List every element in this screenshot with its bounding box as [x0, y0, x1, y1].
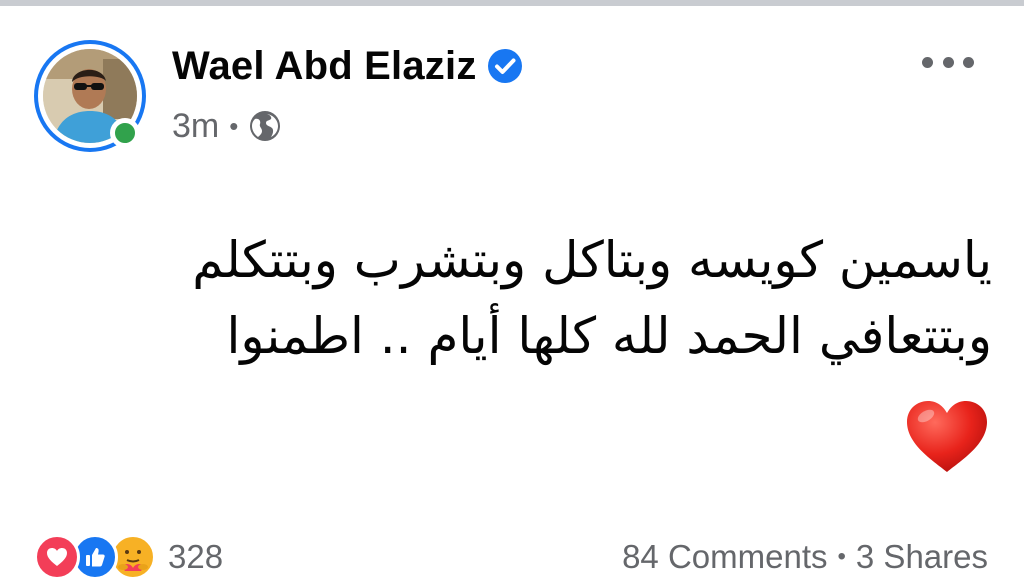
reaction-summary[interactable]: 328: [34, 532, 223, 582]
post-timestamp[interactable]: 3m: [172, 107, 219, 146]
top-divider: [0, 0, 1024, 6]
post-text: ياسمين كويسه وبتاكل وبتشرب وبتتكلم وبتتع…: [30, 222, 992, 374]
red-heart-icon: [904, 398, 990, 474]
reaction-count: 328: [168, 538, 224, 575]
online-status-indicator: [110, 118, 140, 148]
post-text-line-1: ياسمين كويسه وبتاكل وبتشرب وبتتكلم: [192, 231, 992, 289]
more-horizontal-icon: [922, 56, 933, 68]
globe-icon[interactable]: [248, 109, 282, 143]
post-text-line-2: وبتتعافي الحمد لله كلها أيام .. اطمنوا: [226, 307, 992, 365]
verified-badge-icon: [487, 48, 523, 84]
comments-count-link[interactable]: 84 Comments: [622, 538, 827, 576]
more-options-button[interactable]: [918, 44, 978, 80]
author-name[interactable]: Wael Abd Elaziz: [172, 44, 477, 89]
love-reaction-icon: [34, 534, 80, 580]
counts-separator: •: [837, 543, 846, 570]
shares-count-link[interactable]: 3 Shares: [856, 538, 988, 576]
meta-separator: •: [229, 110, 239, 141]
